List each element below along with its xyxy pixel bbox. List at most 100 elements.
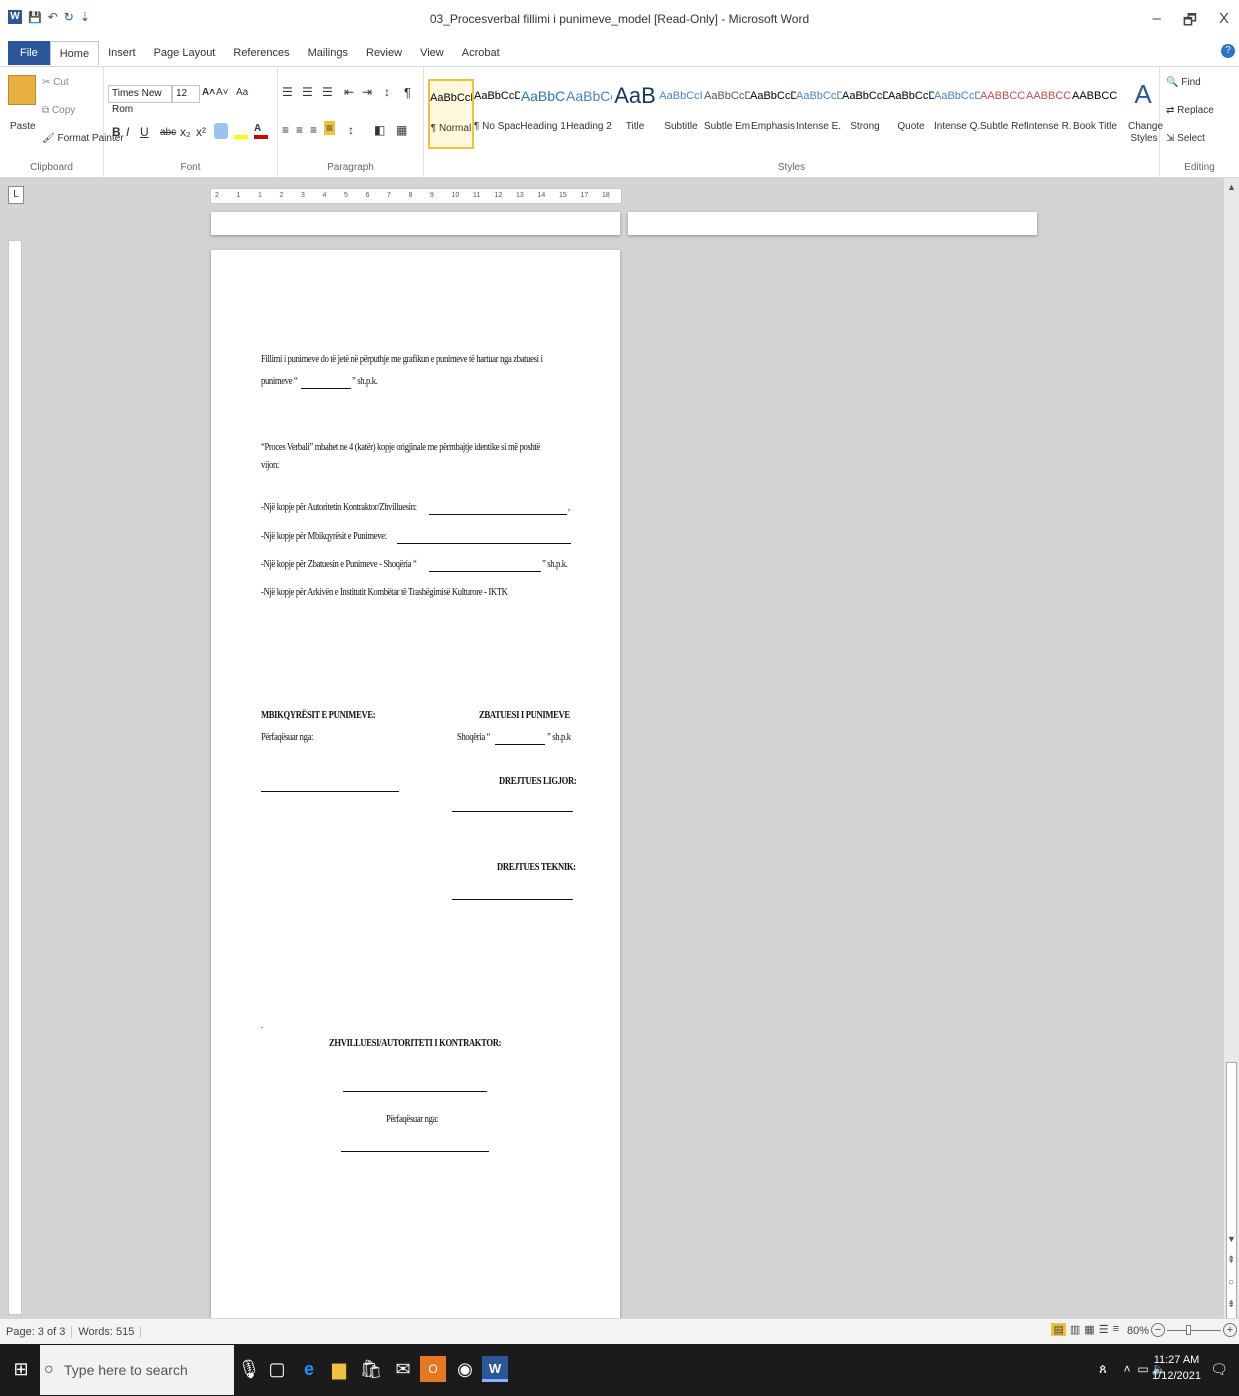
- vertical-ruler[interactable]: [8, 240, 22, 1315]
- style-tile[interactable]: AaBbCcDc Subtle Em...: [704, 79, 750, 149]
- style-tile[interactable]: AaBbCcI Subtitle: [658, 79, 704, 149]
- style-tile[interactable]: AaBbCcDc Intense E...: [796, 79, 842, 149]
- style-tile[interactable]: AaBbCcDc ¶ Normal: [428, 79, 474, 149]
- tab-home[interactable]: Home: [49, 41, 100, 65]
- decrease-indent-icon[interactable]: ⇤: [344, 85, 354, 99]
- store-icon[interactable]: 🛍: [358, 1356, 384, 1382]
- align-left-icon[interactable]: ≡: [282, 123, 289, 137]
- close-button[interactable]: X: [1219, 10, 1229, 35]
- style-tile[interactable]: AABBCCDC Intense R...: [1026, 79, 1072, 149]
- notifications-icon[interactable]: 🗨: [1206, 1356, 1232, 1382]
- scroll-up-icon[interactable]: ▲: [1227, 182, 1236, 192]
- numbering-icon[interactable]: ☰: [302, 85, 313, 99]
- style-tile[interactable]: AaBbCcDc Strong: [842, 79, 888, 149]
- align-right-icon[interactable]: ≡: [310, 123, 317, 137]
- system-clock[interactable]: 11:27 AM 1/12/2021: [1152, 1352, 1201, 1384]
- tab-review[interactable]: Review: [357, 41, 411, 65]
- horizontal-ruler[interactable]: 2 1 1 2 3 4 5 6 7 8 9 10 11 12 13 14 15 17 18: [210, 188, 622, 204]
- replace-button[interactable]: ⇄ Replace: [1166, 105, 1214, 116]
- full-screen-reading-icon[interactable]: ▥: [1070, 1323, 1080, 1336]
- next-page-icon[interactable]: ⇟: [1227, 1299, 1235, 1310]
- web-layout-icon[interactable]: ▦: [1084, 1323, 1094, 1336]
- zoom-slider[interactable]: [1167, 1325, 1221, 1335]
- tab-acrobat[interactable]: Acrobat: [453, 41, 509, 65]
- minimize-button[interactable]: –: [1153, 10, 1161, 35]
- increase-indent-icon[interactable]: ⇥: [362, 85, 372, 99]
- subscript-button[interactable]: x₂: [180, 125, 191, 139]
- justify-icon[interactable]: ≡: [324, 121, 336, 135]
- scroll-down-icon[interactable]: ▼: [1227, 1234, 1236, 1244]
- font-size-select[interactable]: 12: [172, 85, 200, 103]
- underline-button[interactable]: U: [140, 125, 149, 139]
- bullets-icon[interactable]: ☰: [282, 85, 293, 99]
- outline-icon[interactable]: ☰: [1099, 1323, 1109, 1336]
- help-icon[interactable]: ?: [1221, 44, 1235, 58]
- superscript-button[interactable]: x²: [196, 125, 206, 139]
- style-tile[interactable]: AaBbCcDc ¶ No Spaci...: [474, 79, 520, 149]
- style-tile[interactable]: AABBCCDC Book Title: [1072, 79, 1118, 149]
- taskbar-search-input[interactable]: ○ Type here to search: [40, 1345, 234, 1395]
- word-count[interactable]: Words: 515: [72, 1325, 142, 1338]
- windows-start-icon[interactable]: ⊞: [8, 1356, 34, 1382]
- tab-selector[interactable]: L: [8, 186, 24, 204]
- style-tile[interactable]: AaB Title: [612, 79, 658, 149]
- shading-icon[interactable]: ◧: [374, 123, 385, 137]
- document-page[interactable]: Fillimi i punimeve do të jetë në përputh…: [211, 250, 620, 1318]
- copy-button[interactable]: ⧉ Copy: [42, 105, 75, 116]
- browse-object-icon[interactable]: ○: [1228, 1277, 1234, 1288]
- paste-icon[interactable]: [8, 75, 36, 105]
- grow-font-button[interactable]: A˄: [202, 87, 215, 98]
- shrink-font-button[interactable]: A˅: [216, 87, 229, 98]
- tab-page-layout[interactable]: Page Layout: [145, 41, 225, 65]
- style-tile[interactable]: AaBbC Heading 1: [520, 79, 566, 149]
- style-tile[interactable]: AaBbCcDc Quote: [888, 79, 934, 149]
- style-tile[interactable]: AaBbCcDc Emphasis: [750, 79, 796, 149]
- word-taskbar-icon[interactable]: W: [482, 1356, 508, 1382]
- line-spacing-icon[interactable]: ↕: [348, 123, 354, 137]
- show-formatting-button[interactable]: ¶: [404, 85, 411, 100]
- find-button[interactable]: 🔍 Find: [1166, 77, 1201, 88]
- print-layout-icon[interactable]: ▤: [1051, 1323, 1066, 1336]
- vertical-scrollbar[interactable]: ▲ ▼ ⇞ ○ ⇟: [1223, 178, 1239, 1368]
- text-effects-icon[interactable]: [214, 123, 228, 139]
- zoom-level[interactable]: 80%: [1127, 1325, 1149, 1337]
- task-view-icon[interactable]: ▢: [264, 1356, 290, 1382]
- style-tile[interactable]: AaBbCc Heading 2: [566, 79, 612, 149]
- mail-icon[interactable]: ✉: [390, 1356, 416, 1382]
- change-styles-icon[interactable]: A: [1130, 79, 1156, 110]
- change-case-button[interactable]: Aa: [236, 87, 248, 98]
- restore-button[interactable]: 🗗: [1183, 10, 1197, 35]
- italic-button[interactable]: I: [126, 125, 129, 139]
- previous-page-icon[interactable]: ⇞: [1227, 1255, 1235, 1266]
- zoom-in-button[interactable]: +: [1223, 1323, 1237, 1337]
- tab-mailings[interactable]: Mailings: [299, 41, 357, 65]
- microphone-icon[interactable]: 🎙: [236, 1356, 262, 1382]
- select-button[interactable]: ⇲ Select: [1166, 133, 1205, 144]
- people-icon[interactable]: ጰ: [1090, 1356, 1116, 1382]
- highlight-icon[interactable]: [234, 123, 248, 139]
- chrome-icon[interactable]: ◉: [452, 1356, 478, 1382]
- borders-icon[interactable]: ▦: [396, 123, 407, 137]
- sort-icon[interactable]: ↕: [384, 85, 390, 99]
- cut-button[interactable]: ✂ Cut: [42, 77, 69, 88]
- edge-icon[interactable]: e: [296, 1356, 322, 1382]
- style-tile[interactable]: AABBCCDC Subtle Ref...: [980, 79, 1026, 149]
- file-explorer-icon[interactable]: ▆: [326, 1356, 352, 1382]
- office-icon[interactable]: O: [420, 1356, 446, 1382]
- multilevel-list-icon[interactable]: ☰: [322, 85, 333, 99]
- tab-file[interactable]: File: [8, 41, 50, 65]
- tab-references[interactable]: References: [224, 41, 298, 65]
- zoom-out-button[interactable]: −: [1151, 1323, 1165, 1337]
- font-color-icon[interactable]: A: [254, 123, 268, 139]
- bold-button[interactable]: B: [112, 125, 121, 139]
- tab-insert[interactable]: Insert: [99, 41, 145, 65]
- page-count[interactable]: Page: 3 of 3: [0, 1325, 73, 1338]
- change-styles-button[interactable]: Change Styles: [1128, 121, 1163, 145]
- zoom-slider-knob[interactable]: [1185, 1325, 1191, 1335]
- paste-button[interactable]: Paste: [10, 121, 36, 132]
- font-name-select[interactable]: Times New Rom: [108, 85, 172, 115]
- tab-view[interactable]: View: [411, 41, 453, 65]
- strikethrough-button[interactable]: abc: [160, 127, 176, 138]
- align-center-icon[interactable]: ≡: [296, 123, 303, 137]
- draft-icon[interactable]: ≡: [1113, 1323, 1119, 1336]
